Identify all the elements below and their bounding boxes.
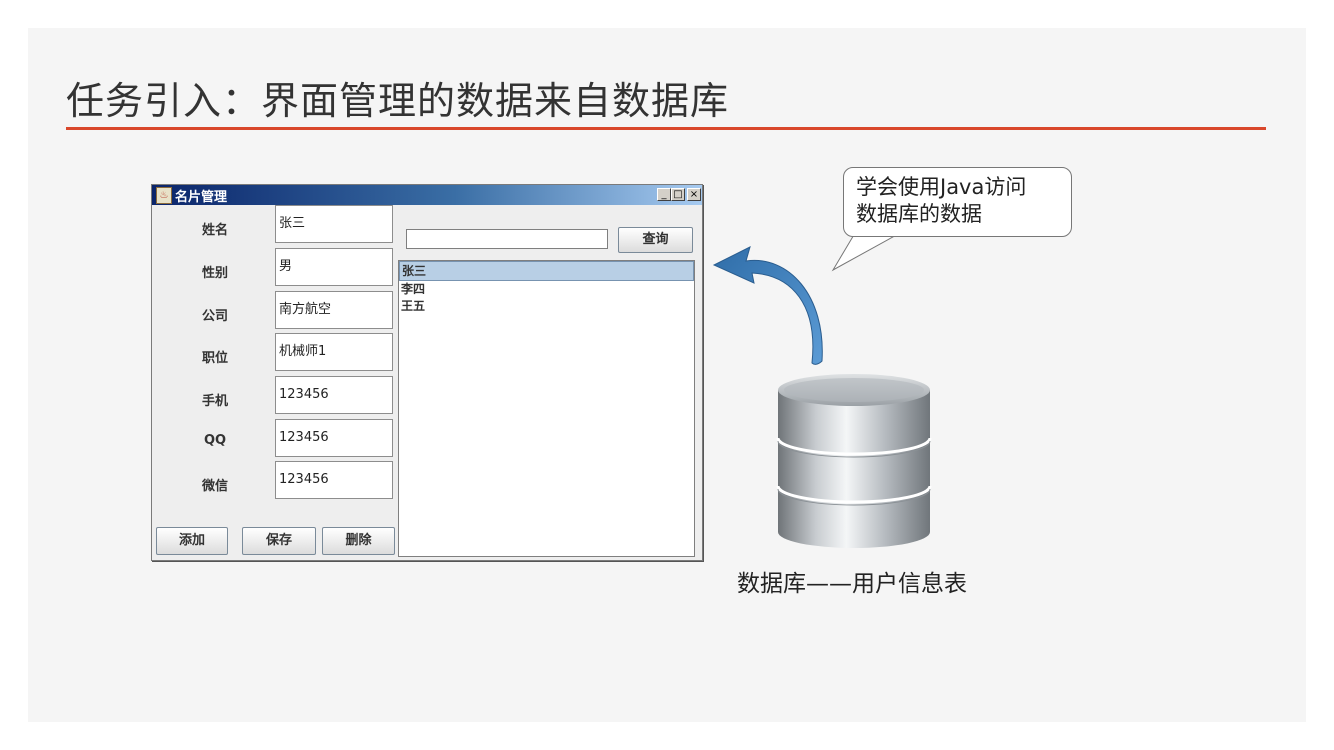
window-content: 姓名 张三 性别 男 公司 南方航空 职位 机械师1 手机 123456 QQ … <box>152 205 702 560</box>
list-item[interactable]: 李四 <box>399 281 694 298</box>
card-manager-window: ♨ 名片管理 _ □ × 姓名 张三 性别 男 公司 南方航空 职位 机械师1 … <box>151 184 703 561</box>
callout-line-1: 学会使用Java访问 <box>856 175 1027 199</box>
wechat-label: 微信 <box>201 479 228 494</box>
curved-arrow-icon <box>712 246 823 365</box>
database-cylinder-icon <box>776 374 932 548</box>
delete-button[interactable]: 删除 <box>322 527 395 555</box>
java-cup-icon: ♨ <box>156 187 172 204</box>
contact-list[interactable]: 张三 李四 王五 <box>398 260 695 557</box>
company-field[interactable]: 南方航空 <box>275 291 393 329</box>
list-item[interactable]: 王五 <box>399 298 694 315</box>
company-label: 公司 <box>201 309 228 324</box>
window-titlebar[interactable]: ♨ 名片管理 _ □ × <box>152 185 702 205</box>
gender-field[interactable]: 男 <box>275 248 393 286</box>
save-button[interactable]: 保存 <box>242 527 316 555</box>
position-label: 职位 <box>201 351 228 366</box>
slide: 任务引入：界面管理的数据来自数据库 ♨ 名片管理 _ □ × 姓名 张三 性别 … <box>28 28 1306 722</box>
phone-label: 手机 <box>201 394 228 409</box>
list-item[interactable]: 张三 <box>399 261 694 281</box>
callout-bubble: 学会使用Java访问 数据库的数据 <box>843 167 1072 237</box>
search-button[interactable]: 查询 <box>618 227 693 253</box>
add-button[interactable]: 添加 <box>156 527 228 555</box>
slide-title: 任务引入：界面管理的数据来自数据库 <box>66 79 730 123</box>
close-button[interactable]: × <box>687 188 701 201</box>
database-caption: 数据库——用户信息表 <box>737 571 967 597</box>
callout-line-2: 数据库的数据 <box>856 202 982 226</box>
qq-field[interactable]: 123456 <box>275 419 393 457</box>
title-underline <box>66 127 1266 130</box>
position-field[interactable]: 机械师1 <box>275 333 393 371</box>
name-field[interactable]: 张三 <box>275 205 393 243</box>
gender-label: 性别 <box>201 266 228 281</box>
wechat-field[interactable]: 123456 <box>275 461 393 499</box>
minimize-button[interactable]: _ <box>657 188 671 201</box>
maximize-button[interactable]: □ <box>671 188 685 201</box>
name-label: 姓名 <box>201 223 228 238</box>
window-title: 名片管理 <box>175 190 228 205</box>
phone-field[interactable]: 123456 <box>275 376 393 414</box>
qq-label: QQ <box>203 433 227 448</box>
search-input[interactable] <box>406 229 608 249</box>
